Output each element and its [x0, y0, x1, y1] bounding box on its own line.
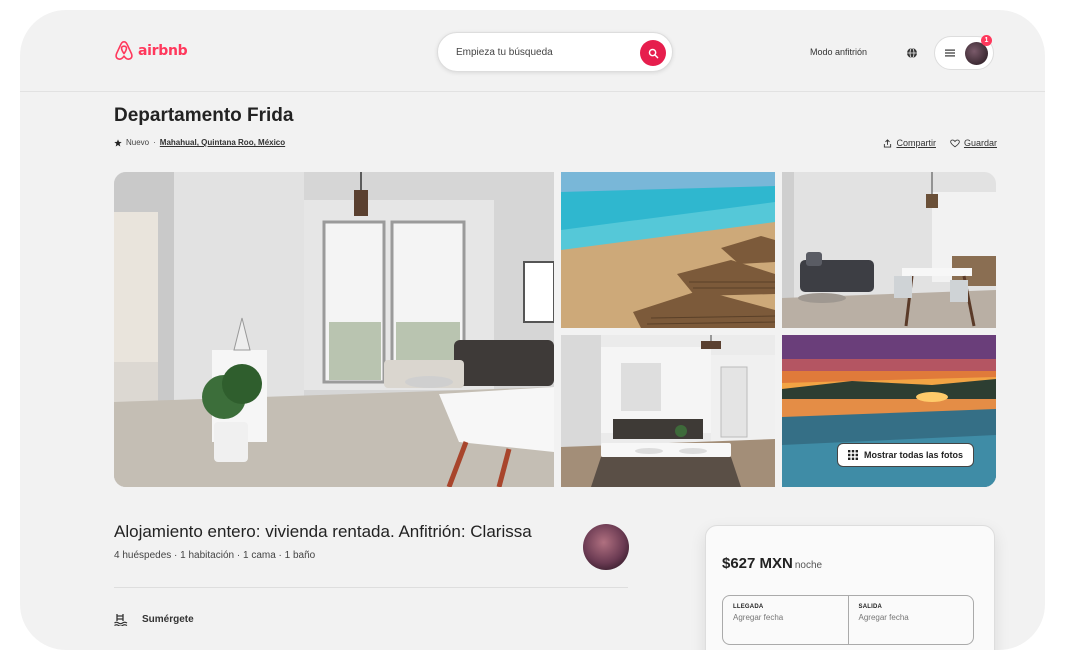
booking-card: $627 MXN noche LLEGADA Agregar fecha SALI… — [705, 525, 995, 650]
hamburger-menu-icon — [945, 49, 955, 57]
notification-badge: 1 — [981, 35, 992, 46]
search-button[interactable] — [640, 40, 666, 66]
new-badge: Nuevo — [126, 138, 150, 147]
show-all-photos-label: Mostrar todas las fotos — [863, 450, 963, 460]
language-button[interactable] — [906, 46, 918, 64]
beach-photo — [561, 172, 775, 328]
checkin-field[interactable]: LLEGADA Agregar fecha — [723, 596, 848, 644]
photo-sunset[interactable]: Mostrar todas las fotos — [782, 335, 996, 487]
meta-separator: · — [153, 138, 156, 147]
photo-living-room-main[interactable] — [114, 172, 554, 487]
app-window: airbnb Empieza tu búsqueda Modo anfitrió… — [20, 10, 1045, 650]
living-dining-photo — [782, 172, 996, 328]
checkout-value: Agregar fecha — [858, 613, 909, 622]
listing-subtitle: Alojamiento entero: vivienda rentada. An… — [114, 522, 532, 541]
checkin-label: LLEGADA — [733, 604, 764, 610]
kitchen-photo — [561, 335, 775, 487]
section-divider — [114, 587, 628, 588]
airbnb-logo-icon — [115, 41, 133, 60]
checkout-field[interactable]: SALIDA Agregar fecha — [847, 596, 974, 644]
photo-gallery: Mostrar todas las fotos — [114, 172, 996, 487]
save-button[interactable]: Guardar — [950, 138, 997, 148]
logo-text: airbnb — [138, 42, 188, 59]
top-nav: airbnb Empieza tu búsqueda Modo anfitrió… — [20, 10, 1045, 92]
listing-capacity: 4 huéspedes · 1 habitación · 1 cama · 1 … — [114, 550, 316, 561]
share-button[interactable]: Compartir — [883, 138, 936, 148]
photo-beach[interactable] — [561, 172, 775, 328]
globe-icon — [907, 47, 917, 59]
feature-item: Sumérgete — [114, 613, 194, 626]
share-label: Compartir — [896, 138, 936, 148]
search-placeholder: Empieza tu búsqueda — [456, 46, 553, 58]
photo-kitchen[interactable] — [561, 335, 775, 487]
photo-living-dining[interactable] — [782, 172, 996, 328]
listing-actions: Compartir Guardar — [883, 138, 997, 148]
airbnb-logo[interactable]: airbnb — [114, 40, 188, 61]
listing-meta: Nuevo · Mahahual, Quintana Roo, México — [114, 138, 285, 147]
price-unit: noche — [794, 560, 823, 571]
host-mode-link[interactable]: Modo anfitrión — [810, 47, 867, 57]
listing-title: Departamento Frida — [114, 105, 294, 126]
date-picker: LLEGADA Agregar fecha SALIDA Agregar fec… — [722, 595, 974, 645]
heart-icon — [950, 139, 960, 147]
show-all-photos-button[interactable]: Mostrar todas las fotos — [836, 443, 974, 467]
host-avatar[interactable] — [583, 524, 629, 570]
price-amount: $627 MXN — [722, 555, 793, 572]
search-bar[interactable]: Empieza tu búsqueda — [437, 32, 673, 72]
search-icon — [648, 48, 658, 58]
feature-label: Sumérgete — [142, 614, 194, 625]
save-label: Guardar — [963, 138, 997, 148]
grid-icon — [847, 450, 858, 460]
living-room-photo — [114, 172, 554, 487]
checkout-label: SALIDA — [858, 604, 883, 610]
share-icon — [884, 138, 892, 148]
pool-icon — [114, 614, 128, 626]
price-per-night: $627 MXN noche — [722, 555, 822, 572]
checkin-value: Agregar fecha — [733, 613, 784, 622]
location-link[interactable]: Mahahual, Quintana Roo, México — [160, 138, 285, 147]
star-icon — [114, 138, 122, 146]
